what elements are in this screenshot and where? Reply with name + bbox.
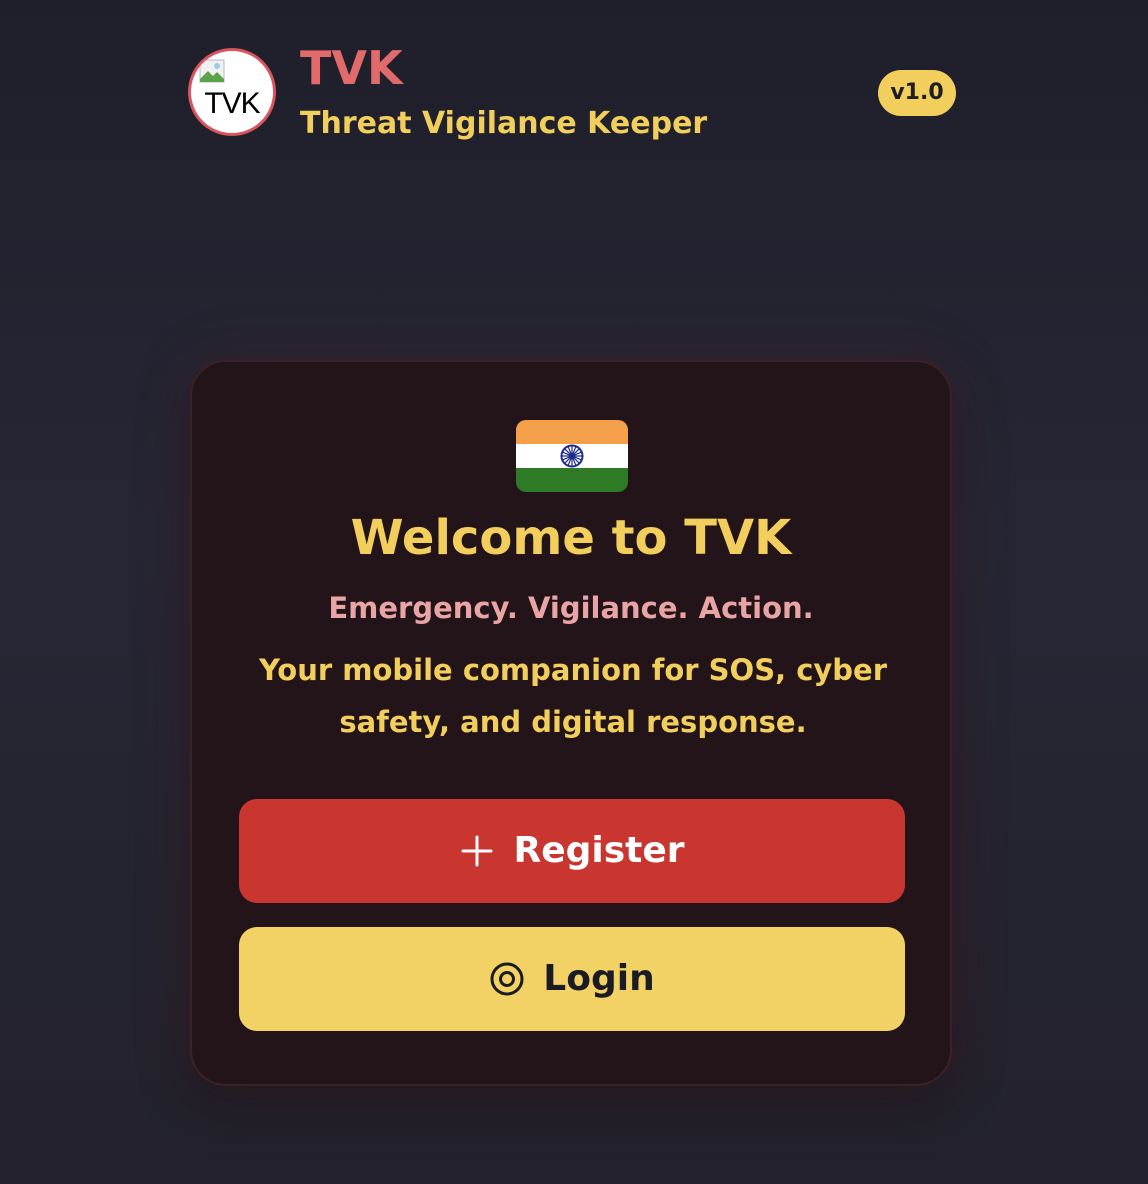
welcome-card: Welcome to TVK Emergency. Vigilance. Act… [190, 360, 952, 1086]
login-button-label: Login [543, 958, 655, 999]
version-badge: v1.0 [878, 70, 956, 116]
app-header: TVK TVK Threat Vigilance Keeper v1.0 [188, 42, 956, 146]
target-icon [490, 962, 524, 996]
app-subtitle: Threat Vigilance Keeper [300, 106, 708, 141]
login-button[interactable]: Login [239, 927, 905, 1031]
ashoka-chakra-icon [560, 444, 584, 468]
welcome-heading: Welcome to TVK [350, 510, 792, 566]
logo-alt-text: TVK [204, 87, 260, 120]
tagline: Emergency. Vigilance. Action. [328, 591, 814, 625]
app-description: Your mobile companion for SOS, cyber saf… [258, 653, 888, 739]
india-flag-icon [516, 420, 628, 492]
broken-image-icon [199, 59, 225, 83]
register-button[interactable]: Register [239, 799, 905, 903]
plus-icon [461, 835, 493, 867]
app-title: TVK [300, 41, 403, 95]
register-button-label: Register [513, 830, 685, 871]
app-logo: TVK [188, 48, 276, 136]
